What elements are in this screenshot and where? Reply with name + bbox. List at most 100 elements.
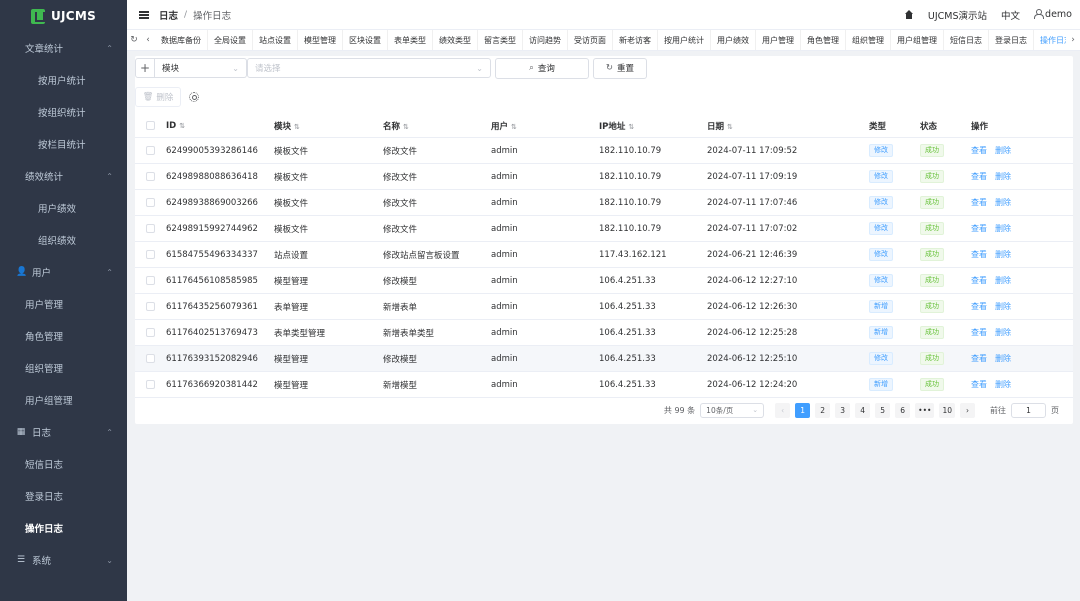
delete-link[interactable]: 删除 <box>995 301 1011 312</box>
row-checkbox[interactable] <box>146 328 155 337</box>
next-page-button[interactable]: › <box>960 402 975 418</box>
table-row[interactable]: 61176366920381442 模型管理 新增模型 admin 106.4.251.… <box>135 372 1073 398</box>
row-checkbox[interactable] <box>146 302 155 311</box>
sidebar-group-4[interactable]: 绩效统计 ⌃ <box>0 160 127 192</box>
page-button[interactable]: 1 <box>795 402 811 418</box>
tab-item[interactable]: 按用户统计 <box>658 30 711 50</box>
tabs-next-icon[interactable]: › <box>1066 35 1080 45</box>
row-checkbox[interactable] <box>146 172 155 181</box>
reset-button[interactable]: ↻ 重置 <box>593 57 647 79</box>
tab-item[interactable]: 新老访客 <box>613 30 658 50</box>
sort-icon[interactable]: ⇅ <box>403 123 409 131</box>
sidebar-item-15[interactable]: 操作日志 <box>0 512 127 544</box>
col-module[interactable]: 模块 ⇅ <box>274 120 383 132</box>
table-row[interactable]: 61176435256079361 表单管理 新增表单 admin 106.4.251.… <box>135 294 1073 320</box>
col-name[interactable]: 名称 ⇅ <box>383 120 491 132</box>
row-checkbox[interactable] <box>146 276 155 285</box>
filter-select[interactable]: 请选择 ⌄ <box>247 58 491 78</box>
page-button[interactable]: 5 <box>875 402 891 418</box>
table-row[interactable]: 61176393152082946 模型管理 修改模型 admin 106.4.251.… <box>135 346 1073 372</box>
row-checkbox[interactable] <box>146 354 155 363</box>
tab-item[interactable]: 区块设置 <box>343 30 388 50</box>
tab-item[interactable]: 组织管理 <box>846 30 891 50</box>
sidebar-item-14[interactable]: 登录日志 <box>0 480 127 512</box>
tab-item[interactable]: 访问趋势 <box>523 30 568 50</box>
tab-item[interactable]: 绩效类型 <box>433 30 478 50</box>
row-checkbox[interactable] <box>146 250 155 259</box>
module-select[interactable]: 模块 ⌄ <box>155 58 247 78</box>
language-switcher[interactable]: 中文 <box>1001 8 1020 22</box>
sidebar-group-12[interactable]: ▦ 日志 ⌃ <box>0 416 127 448</box>
user-menu[interactable]: demo <box>1034 9 1072 20</box>
home-icon[interactable] <box>904 10 914 19</box>
tab-item[interactable]: 留言类型 <box>478 30 523 50</box>
sort-icon[interactable]: ⇅ <box>294 123 300 131</box>
delete-link[interactable]: 删除 <box>995 249 1011 260</box>
select-all-checkbox[interactable] <box>146 121 155 130</box>
row-checkbox[interactable] <box>146 224 155 233</box>
view-link[interactable]: 查看 <box>971 301 987 312</box>
sidebar-item-1[interactable]: 按用户统计 <box>0 64 127 96</box>
view-link[interactable]: 查看 <box>971 379 987 390</box>
col-id[interactable]: ID ⇅ <box>166 121 274 131</box>
goto-input[interactable]: 1 <box>1011 402 1046 418</box>
delete-link[interactable]: 删除 <box>995 171 1011 182</box>
tab-item[interactable]: 角色管理 <box>801 30 846 50</box>
view-link[interactable]: 查看 <box>971 275 987 286</box>
expand-search-button[interactable]: + <box>135 58 155 78</box>
sort-icon[interactable]: ⇅ <box>628 123 634 131</box>
sidebar-item-13[interactable]: 短信日志 <box>0 448 127 480</box>
sort-icon[interactable]: ⇅ <box>179 122 185 130</box>
logo[interactable]: UJCMS <box>0 0 127 32</box>
delete-link[interactable]: 删除 <box>995 327 1011 338</box>
view-link[interactable]: 查看 <box>971 327 987 338</box>
view-link[interactable]: 查看 <box>971 223 987 234</box>
tab-item[interactable]: 用户组管理 <box>891 30 944 50</box>
site-switcher[interactable]: UJCMS演示站 <box>928 8 987 22</box>
tabs-prev-icon[interactable]: ‹ <box>141 35 155 45</box>
delete-link[interactable]: 删除 <box>995 223 1011 234</box>
table-row[interactable]: 62499005393286146 模板文件 修改文件 admin 182.110.10… <box>135 138 1073 164</box>
table-row[interactable]: 61176402513769473 表单类型管理 新增表单类型 admin 106.4.… <box>135 320 1073 346</box>
sidebar-group-16[interactable]: ☰ 系统 ⌄ <box>0 544 127 576</box>
delete-link[interactable]: 删除 <box>995 275 1011 286</box>
column-settings-icon[interactable] <box>189 92 199 102</box>
tab-item[interactable]: 站点设置 <box>253 30 298 50</box>
sidebar-item-3[interactable]: 按栏目统计 <box>0 128 127 160</box>
tab-item[interactable]: 操作日志× <box>1034 30 1066 50</box>
row-checkbox[interactable] <box>146 380 155 389</box>
more-pages-button[interactable]: ••• <box>915 402 935 418</box>
delete-link[interactable]: 删除 <box>995 197 1011 208</box>
sidebar-item-8[interactable]: 用户管理 <box>0 288 127 320</box>
col-user[interactable]: 用户 ⇅ <box>491 120 599 132</box>
delete-link[interactable]: 删除 <box>995 379 1011 390</box>
sidebar-item-2[interactable]: 按组织统计 <box>0 96 127 128</box>
sidebar-item-5[interactable]: 用户绩效 <box>0 192 127 224</box>
page-size-select[interactable]: 10条/页 ⌄ <box>700 402 765 418</box>
col-date[interactable]: 日期 ⇅ <box>707 120 869 132</box>
tab-item[interactable]: 用户管理 <box>756 30 801 50</box>
sidebar-item-10[interactable]: 组织管理 <box>0 352 127 384</box>
view-link[interactable]: 查看 <box>971 249 987 260</box>
tab-item[interactable]: 数据库备份 <box>155 30 208 50</box>
page-button[interactable]: 2 <box>815 402 831 418</box>
row-checkbox[interactable] <box>146 146 155 155</box>
table-row[interactable]: 62498938869003266 模板文件 修改文件 admin 182.110.10… <box>135 190 1073 216</box>
tab-item[interactable]: 短信日志 <box>944 30 989 50</box>
tab-item[interactable]: 表单类型 <box>388 30 433 50</box>
sort-icon[interactable]: ⇅ <box>727 123 733 131</box>
delete-button[interactable]: 🗑 删除 <box>135 87 181 107</box>
table-row[interactable]: 61584755496334337 站点设置 修改站点留言板设置 admin 117.4… <box>135 242 1073 268</box>
view-link[interactable]: 查看 <box>971 145 987 156</box>
row-checkbox[interactable] <box>146 198 155 207</box>
table-row[interactable]: 61176456108585985 模型管理 修改模型 admin 106.4.251.… <box>135 268 1073 294</box>
prev-page-button[interactable]: ‹ <box>775 402 791 418</box>
col-ip[interactable]: IP地址 ⇅ <box>599 120 707 132</box>
sidebar-group-7[interactable]: 👤 用户 ⌃ <box>0 256 127 288</box>
menu-toggle-icon[interactable] <box>139 10 149 19</box>
tab-item[interactable]: 登录日志 <box>989 30 1034 50</box>
page-button[interactable]: 6 <box>895 402 911 418</box>
tab-item[interactable]: 全局设置 <box>208 30 253 50</box>
table-row[interactable]: 62498915992744962 模板文件 修改文件 admin 182.110.10… <box>135 216 1073 242</box>
delete-link[interactable]: 删除 <box>995 353 1011 364</box>
